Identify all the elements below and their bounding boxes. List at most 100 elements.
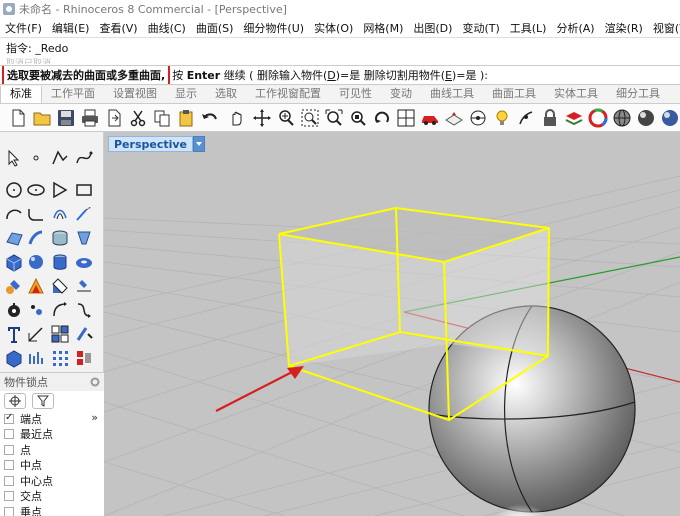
boolean-difference-icon[interactable] [50,276,70,296]
menu-edit[interactable]: 编辑(E) [47,20,95,36]
rectangle-icon[interactable] [74,180,94,200]
menu-render[interactable]: 渲染(R) [600,20,648,36]
shaded-sphere-icon[interactable] [612,108,632,128]
option-delete-cutter-value[interactable]: )=是 ): [452,69,488,82]
osnap-tab-osnap[interactable] [4,393,26,409]
points-cloud-icon[interactable] [26,300,46,320]
menu-window[interactable]: 视窗(W) [648,20,680,36]
print-icon[interactable] [80,108,100,128]
tab-transform[interactable]: 变动 [381,86,421,103]
osnap-more-button[interactable]: » [91,411,98,424]
menu-transform[interactable]: 变动(T) [457,20,504,36]
checkbox-center[interactable] [4,475,14,486]
menu-tools[interactable]: 工具(L) [505,20,552,36]
tab-visibility[interactable]: 可见性 [330,86,381,103]
rotate-view-icon[interactable] [252,108,272,128]
osnap-item-end[interactable]: 端点 [0,411,104,427]
viewport-title-tab[interactable]: Perspective [108,136,206,152]
checkbox-end[interactable] [4,412,14,424]
grid-array-icon[interactable] [50,348,70,368]
surface-icon[interactable] [4,228,24,248]
cplane-icon[interactable] [444,108,464,128]
point-on-icon[interactable] [516,108,536,128]
undo-icon[interactable] [200,108,220,128]
checkbox-mid[interactable] [4,460,14,471]
blend-curve-icon[interactable] [74,300,94,320]
option-delete-cutter-key[interactable]: E [445,69,452,82]
osnap-item-intersection[interactable]: 交点 [0,489,104,505]
circle-icon[interactable] [4,180,24,200]
text-object-icon[interactable] [4,324,24,344]
boolean-union-icon[interactable] [26,276,46,296]
option-delete-cutter-label[interactable]: 删除切割用物件( [364,69,445,82]
menu-analyze[interactable]: 分析(A) [551,20,599,36]
viewport-menu-dropdown[interactable] [193,136,206,152]
dimension-icon[interactable] [26,324,46,344]
layer-icon[interactable] [564,108,584,128]
cut-icon[interactable] [128,108,148,128]
select-arrow-icon[interactable] [4,148,24,168]
zoom-extents-icon[interactable] [324,108,344,128]
zoom-window-icon[interactable] [300,108,320,128]
ellipse-icon[interactable] [26,180,46,200]
solid-edit-icon[interactable] [4,348,24,368]
option-delete-input-key[interactable]: D [327,69,335,82]
osnap-item-center[interactable]: 中心点 [0,473,104,489]
arc-icon[interactable] [4,204,24,224]
render-sphere-icon[interactable] [636,108,656,128]
view-angle-icon[interactable] [468,108,488,128]
checkbox-near[interactable] [4,429,14,440]
tab-cplanes[interactable]: 工作平面 [42,86,104,103]
fillet-curve-icon[interactable] [26,204,46,224]
option-delete-input-value[interactable]: )=是 [336,69,361,82]
loft-icon[interactable] [50,228,70,248]
extrude-curve-icon[interactable] [26,228,46,248]
layout-icon[interactable] [74,348,94,368]
solid-box-icon[interactable] [4,252,24,272]
osnap-item-mid[interactable]: 中点 [0,458,104,474]
lock-icon[interactable] [540,108,560,128]
point-icon[interactable] [26,148,46,168]
render-sphere-alt-icon[interactable] [660,108,680,128]
color-wheel-icon[interactable] [588,108,608,128]
new-file-icon[interactable] [8,108,28,128]
solid-cylinder-icon[interactable] [50,252,70,272]
pan-icon[interactable] [226,108,246,128]
menu-solid[interactable]: 实体(O) [309,20,358,36]
tab-set-view[interactable]: 设置视图 [104,86,166,103]
menu-view[interactable]: 查看(V) [94,20,142,36]
osnap-item-point[interactable]: 点 [0,442,104,458]
four-viewports-icon[interactable] [396,108,416,128]
viewport-label[interactable]: Perspective [108,136,194,152]
zoom-selected-icon[interactable] [348,108,368,128]
checkbox-perpendicular[interactable] [4,506,14,516]
edit-curve-icon[interactable] [74,324,94,344]
copy-icon[interactable] [152,108,172,128]
osnap-item-perpendicular[interactable]: 垂点 [0,504,104,516]
open-folder-icon[interactable] [32,108,52,128]
command-prompt[interactable]: 选取要被减去的曲面或多重曲面, 按 Enter 继续 ( 删除输入物件(D)=是… [0,65,680,85]
curve-icon[interactable] [74,148,94,168]
zoom-icon[interactable] [276,108,296,128]
menu-surface[interactable]: 曲面(S) [191,20,239,36]
boolean-split-icon[interactable] [74,276,94,296]
menu-mesh[interactable]: 网格(M) [358,20,408,36]
checkbox-point[interactable] [4,444,14,455]
rotate-icon[interactable] [372,108,392,128]
menu-curve[interactable]: 曲线(C) [143,20,191,36]
save-icon[interactable] [56,108,76,128]
tab-surface-tools[interactable]: 曲面工具 [483,86,545,103]
tab-subd-tools[interactable]: 细分工具 [607,86,669,103]
mesh-tools-icon[interactable] [4,276,24,296]
paste-icon[interactable] [176,108,196,128]
menu-subd[interactable]: 细分物件(U) [238,20,309,36]
light-icon[interactable] [492,108,512,128]
viewport-scene[interactable] [104,132,680,516]
checkbox-intersection[interactable] [4,491,14,502]
osnap-tab-filter[interactable] [32,393,54,409]
curve-from-object-icon[interactable] [50,300,70,320]
tab-standard[interactable]: 标准 [0,86,42,103]
array-icon[interactable] [26,348,46,368]
offset-curve-icon[interactable] [50,204,70,224]
menu-file[interactable]: 文件(F) [0,20,47,36]
